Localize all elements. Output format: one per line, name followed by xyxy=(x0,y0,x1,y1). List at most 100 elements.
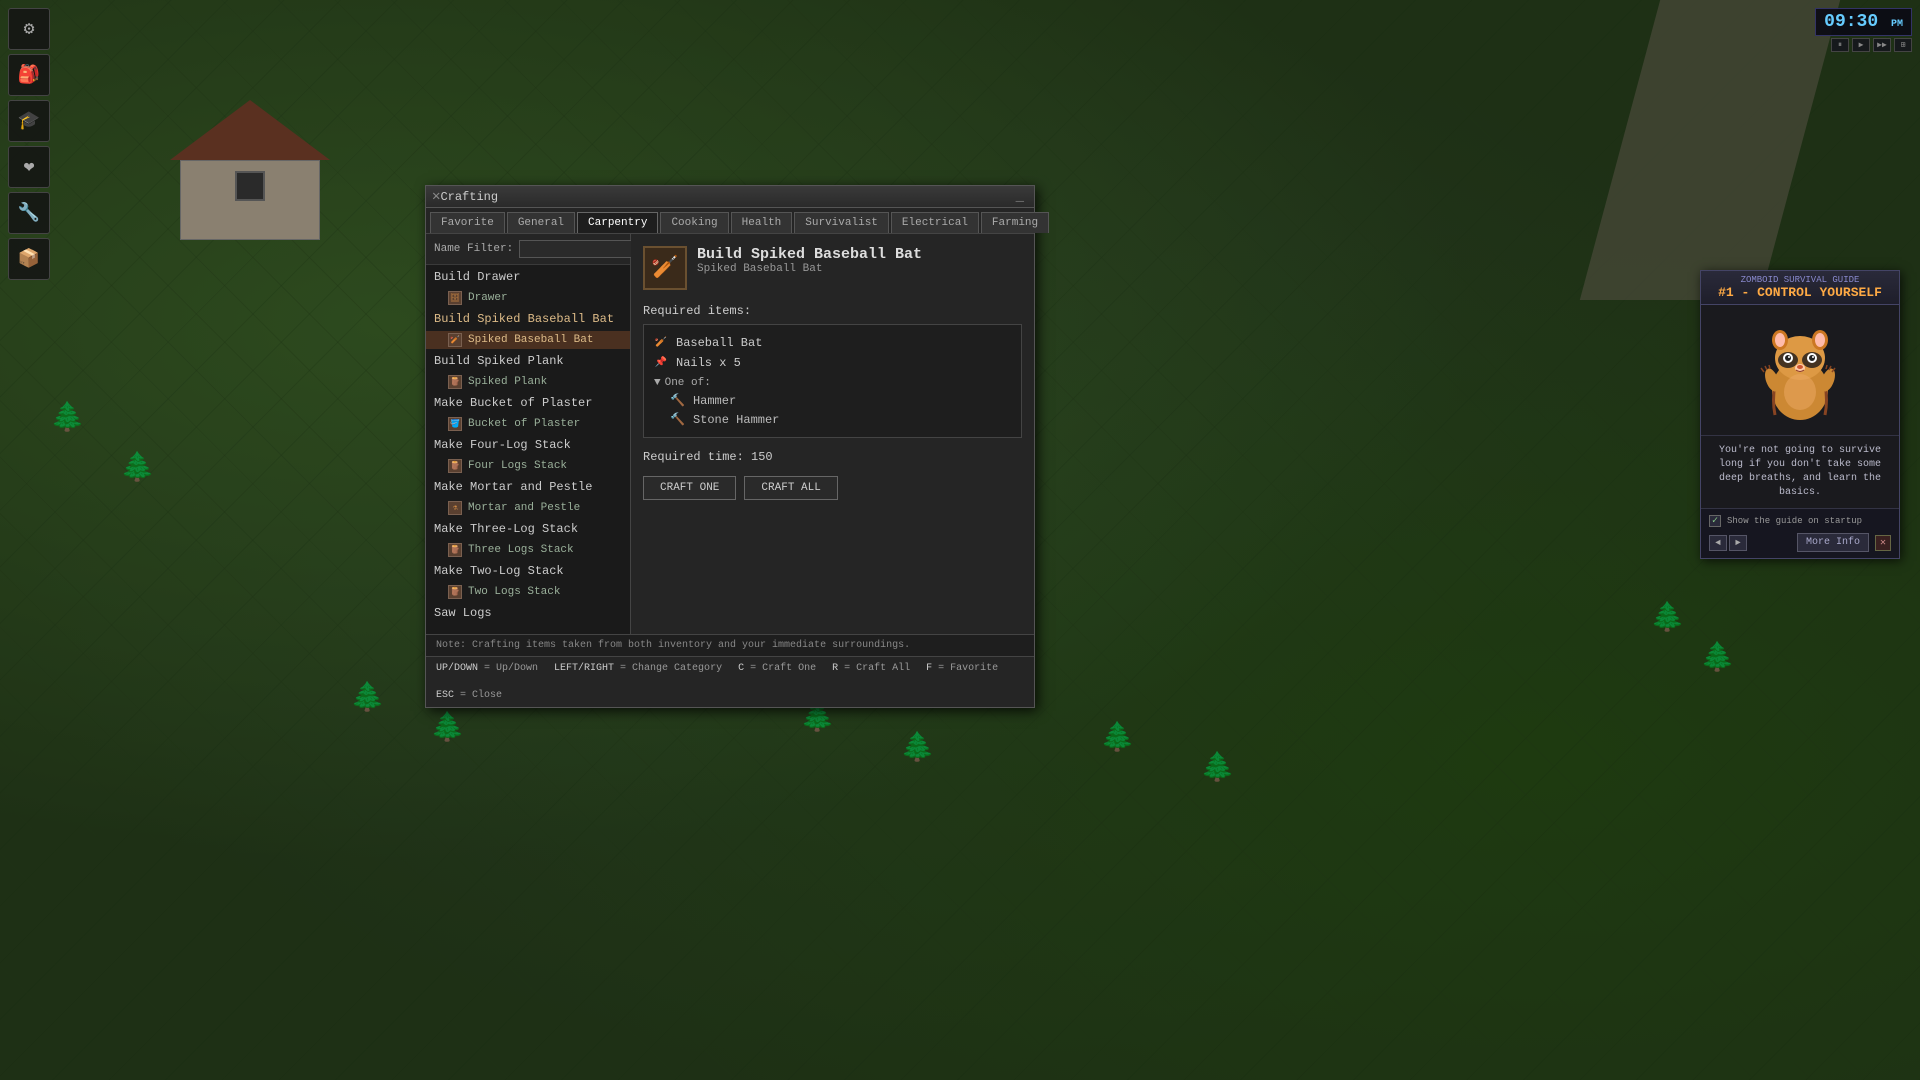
detail-panel: 🏏 Build Spiked Baseball Bat Spiked Baseb… xyxy=(631,234,1034,634)
media-grid[interactable]: ⊞ xyxy=(1894,38,1912,52)
guide-show-startup-checkbox[interactable]: ✓ xyxy=(1709,515,1721,527)
tree: 🌲 xyxy=(1100,720,1135,755)
window-footer: Note: Crafting items taken from both inv… xyxy=(426,634,1034,656)
window-title: Crafting xyxy=(440,190,498,204)
guide-next-button[interactable]: ► xyxy=(1729,535,1747,551)
list-item-selected[interactable]: 🏏 Spiked Baseball Bat xyxy=(426,331,630,349)
recipe-icon-box: 🏏 xyxy=(643,246,687,290)
craft-all-button[interactable]: CRAFT ALL xyxy=(744,476,837,500)
hud-icon-container[interactable]: 📦 xyxy=(8,238,50,280)
item-category-spiked-bat[interactable]: Build Spiked Baseball Bat xyxy=(426,307,630,331)
nails-icon: 📌 xyxy=(654,356,668,370)
list-item[interactable]: 🪵 Two Logs Stack xyxy=(426,583,630,601)
item-icon: 🗄 xyxy=(448,291,462,305)
tab-health[interactable]: Health xyxy=(731,212,793,233)
game-clock: 09:30 PM xyxy=(1815,8,1912,36)
guide-checkbox-label: Show the guide on startup xyxy=(1727,516,1862,526)
media-fast[interactable]: ▶▶ xyxy=(1873,38,1891,52)
requirements-box: 🏏 Baseball Bat 📌 Nails x 5 ▼ One of: 🔨 H… xyxy=(643,324,1022,438)
list-item[interactable]: 🪵 Four Logs Stack xyxy=(426,457,630,475)
guide-close-button[interactable]: ✕ xyxy=(1875,535,1891,551)
close-icon[interactable]: ✕ xyxy=(432,190,440,204)
stone-hammer-icon: 🔨 xyxy=(670,412,685,427)
name-filter-bar: Name Filter: xyxy=(426,234,630,265)
list-item[interactable]: 🪵 Spiked Plank xyxy=(426,373,630,391)
req-item-baseball-bat: 🏏 Baseball Bat xyxy=(654,333,1011,353)
list-item[interactable]: 🗄 Drawer xyxy=(426,289,630,307)
more-info-button[interactable]: More Info xyxy=(1797,533,1869,552)
hud-icon-skills[interactable]: 🎓 xyxy=(8,100,50,142)
window-hotkeys: UP/DOWN = Up/Down LEFT/RIGHT = Change Ca… xyxy=(426,656,1034,707)
item-icon: 🪵 xyxy=(448,585,462,599)
item-category-saw-logs[interactable]: Saw Logs xyxy=(426,601,630,625)
crafting-tabs: Favorite General Carpentry Cooking Healt… xyxy=(426,208,1034,234)
item-list-scroll[interactable]: Build Drawer 🗄 Drawer Build Spiked Baseb… xyxy=(426,265,630,634)
item-category-two-log[interactable]: Make Two-Log Stack xyxy=(426,559,630,583)
tree: 🌲 xyxy=(900,730,935,765)
media-controls: ⏸ ▶ ▶▶ ⊞ xyxy=(1831,38,1912,52)
hotkey-f: F = Favorite xyxy=(926,663,998,674)
item-category-build-drawer[interactable]: Build Drawer xyxy=(426,265,630,289)
list-item[interactable]: ⚗ Mortar and Pestle xyxy=(426,499,630,517)
req-sub-stone-hammer: 🔨 Stone Hammer xyxy=(654,410,1011,429)
raccoon-image xyxy=(1750,310,1850,430)
item-icon: 🏏 xyxy=(448,333,462,347)
tab-farming[interactable]: Farming xyxy=(981,212,1049,233)
tab-carpentry[interactable]: Carpentry xyxy=(577,212,658,233)
item-category-plaster[interactable]: Make Bucket of Plaster xyxy=(426,391,630,415)
tab-survivalist[interactable]: Survivalist xyxy=(794,212,889,233)
req-sub-hammer: 🔨 Hammer xyxy=(654,391,1011,410)
clock-ampm: PM xyxy=(1891,19,1903,30)
item-list-panel: Name Filter: Build Drawer 🗄 Drawer Build… xyxy=(426,234,631,634)
req-group-one-of: ▼ One of: xyxy=(654,373,1011,391)
recipe-name-block: Build Spiked Baseball Bat Spiked Basebal… xyxy=(697,246,922,275)
media-play[interactable]: ▶ xyxy=(1852,38,1870,52)
item-icon: ⚗ xyxy=(448,501,462,515)
item-category-three-log[interactable]: Make Three-Log Stack xyxy=(426,517,630,541)
craft-buttons: CRAFT ONE CRAFT ALL xyxy=(643,476,1022,500)
craft-one-button[interactable]: CRAFT ONE xyxy=(643,476,736,500)
item-category-mortar[interactable]: Make Mortar and Pestle xyxy=(426,475,630,499)
tree: 🌲 xyxy=(430,710,465,745)
tab-cooking[interactable]: Cooking xyxy=(660,212,728,233)
hotkey-updown: UP/DOWN = Up/Down xyxy=(436,663,538,674)
item-category-spiked-plank[interactable]: Build Spiked Plank xyxy=(426,349,630,373)
tree: 🌲 xyxy=(350,680,385,715)
hammer-icon: 🔨 xyxy=(670,393,685,408)
hud-icon-health[interactable]: ❤ xyxy=(8,146,50,188)
name-filter-label: Name Filter: xyxy=(434,243,513,255)
item-icon: 🪵 xyxy=(448,543,462,557)
guide-title-line2: #1 - CONTROL YOURSELF xyxy=(1709,285,1891,300)
tab-electrical[interactable]: Electrical xyxy=(891,212,979,233)
recipe-subname: Spiked Baseball Bat xyxy=(697,263,922,275)
guide-prev-button[interactable]: ◄ xyxy=(1709,535,1727,551)
guide-body-text: You're not going to survive long if you … xyxy=(1701,435,1899,508)
house xyxy=(170,100,330,230)
hud-icon-crafting[interactable]: 🔧 xyxy=(8,192,50,234)
item-icon: 🪵 xyxy=(448,459,462,473)
req-item-nails: 📌 Nails x 5 xyxy=(654,353,1011,373)
required-items-label: Required items: xyxy=(643,304,1022,318)
crafting-window: ✕ Crafting _ Favorite General Carpentry … xyxy=(425,185,1035,708)
tab-favorite[interactable]: Favorite xyxy=(430,212,505,233)
hotkey-esc: ESC = Close xyxy=(436,690,502,701)
guide-title-prefix: #1 - xyxy=(1718,285,1757,300)
list-item[interactable]: 🪵 Three Logs Stack xyxy=(426,541,630,559)
required-time-value: 150 xyxy=(751,450,773,464)
hud-icon-inventory[interactable]: 🎒 xyxy=(8,54,50,96)
item-icon: 🪵 xyxy=(448,375,462,389)
list-item[interactable]: 🪣 Bucket of Plaster xyxy=(426,415,630,433)
house-roof xyxy=(170,100,330,160)
tree: 🌲 xyxy=(120,450,155,485)
hud-icon-settings[interactable]: ⚙ xyxy=(8,8,50,50)
guide-titlebar: ZOMBOID SURVIVAL GUIDE #1 - CONTROL YOUR… xyxy=(1701,271,1899,305)
guide-nav-buttons: ◄ ► xyxy=(1709,535,1747,551)
recipe-header: 🏏 Build Spiked Baseball Bat Spiked Baseb… xyxy=(643,246,1022,290)
media-pause[interactable]: ⏸ xyxy=(1831,38,1849,52)
tab-general[interactable]: General xyxy=(507,212,575,233)
minimize-icon[interactable]: _ xyxy=(1016,189,1024,205)
house-window xyxy=(235,171,265,201)
item-category-four-log[interactable]: Make Four-Log Stack xyxy=(426,433,630,457)
guide-checkbox-row: ✓ Show the guide on startup xyxy=(1709,515,1891,527)
hotkey-leftright: LEFT/RIGHT = Change Category xyxy=(554,663,722,674)
